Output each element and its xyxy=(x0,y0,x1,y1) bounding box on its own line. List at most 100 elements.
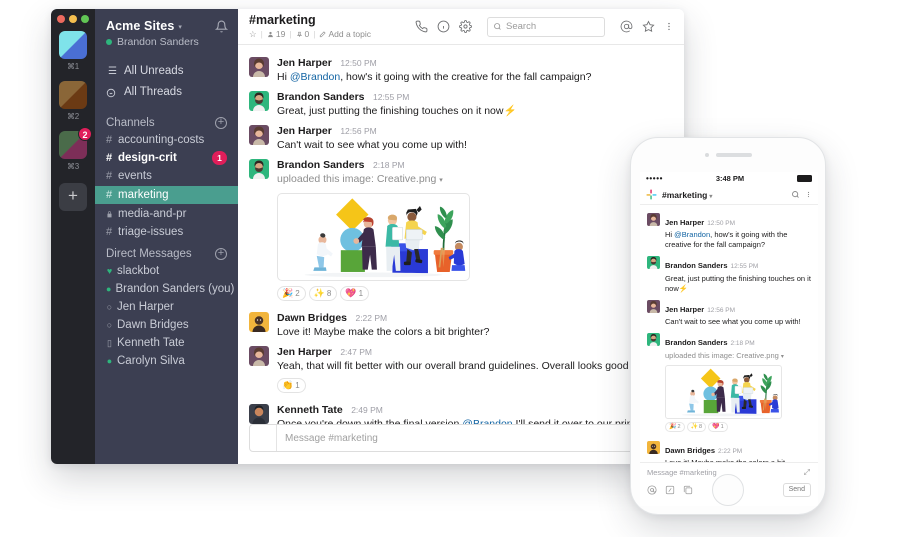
star-outline-icon[interactable] xyxy=(642,20,655,33)
avatar[interactable] xyxy=(249,57,269,77)
message-author[interactable]: Dawn Bridges xyxy=(277,312,347,324)
plus-icon[interactable]: plus-icon xyxy=(250,425,277,451)
sidebar-item-all-threads[interactable]: All Threads xyxy=(95,82,238,103)
more-vertical-icon[interactable] xyxy=(664,20,674,33)
more-vertical-icon[interactable] xyxy=(805,190,812,199)
at-icon[interactable] xyxy=(647,485,657,495)
message-author[interactable]: Brandon Sanders xyxy=(277,159,365,171)
search-icon[interactable] xyxy=(791,190,800,199)
pin-count[interactable]: 0 xyxy=(296,29,309,39)
member-count[interactable]: 19 xyxy=(267,29,285,39)
avatar[interactable] xyxy=(249,312,269,332)
pencil-icon[interactable] xyxy=(665,485,675,495)
reaction-chip[interactable]: 💖 1 xyxy=(708,421,728,432)
message-list[interactable]: Jen Harper 12:50 PM Hi @Brandon, how's i… xyxy=(238,45,684,424)
image-attachment[interactable] xyxy=(665,364,782,419)
photos-icon[interactable] xyxy=(683,485,693,495)
info-icon[interactable] xyxy=(437,20,450,33)
message-author[interactable]: Dawn Bridges xyxy=(665,446,715,455)
message-author[interactable]: Kenneth Tate xyxy=(277,404,343,416)
chevron-down-icon[interactable]: ▾ xyxy=(781,354,784,360)
user-mention[interactable]: @Brandon xyxy=(290,71,340,83)
sidebar-channel-accounting-costs[interactable]: # accounting-costs xyxy=(95,131,238,149)
star-icon[interactable]: ☆ xyxy=(249,29,257,39)
user-mention[interactable]: @Brandon xyxy=(462,418,512,424)
message-author[interactable]: Jen Harper xyxy=(277,57,332,69)
message-input[interactable]: Message #marketing xyxy=(277,433,669,444)
image-attachment[interactable] xyxy=(277,193,470,281)
message-author[interactable]: Jen Harper xyxy=(277,346,332,358)
avatar[interactable] xyxy=(249,159,269,179)
avatar[interactable] xyxy=(249,125,269,145)
at-icon[interactable] xyxy=(620,20,633,33)
mobile-message-list[interactable]: Jen Harper 12:50 PM Hi @Brandon, how's it… xyxy=(640,205,818,462)
sidebar-dm-dawn-bridges[interactable]: ○ Dawn Bridges xyxy=(95,316,238,334)
message-author[interactable]: Brandon Sanders xyxy=(665,261,728,270)
avatar[interactable] xyxy=(647,299,660,313)
presence-online-icon: ● xyxy=(106,284,112,294)
user-mention[interactable]: @Brandon xyxy=(674,230,710,239)
avatar[interactable] xyxy=(647,212,660,226)
bell-icon[interactable] xyxy=(215,20,228,33)
phone-icon[interactable] xyxy=(415,20,428,33)
channels-section-header[interactable]: Channels + xyxy=(95,110,238,131)
message-author[interactable]: Jen Harper xyxy=(665,305,704,314)
workspace-switcher-item[interactable] xyxy=(59,31,87,59)
reaction-chip[interactable]: ✨ 8 xyxy=(686,421,707,432)
sidebar-item-all-unreads[interactable]: ☰ All Unreads xyxy=(95,61,238,82)
expand-icon[interactable] xyxy=(803,468,811,476)
dms-section-header[interactable]: Direct Messages + xyxy=(95,241,238,262)
sidebar-channel-triage-issues[interactable]: # triage-issues xyxy=(95,223,238,241)
mobile-message-input[interactable]: Message #marketing xyxy=(647,468,717,477)
minimize-button[interactable] xyxy=(69,15,77,23)
workspace-switcher-item[interactable] xyxy=(59,81,87,109)
sidebar-dm-kenneth-tate[interactable]: ▯ Kenneth Tate xyxy=(95,334,238,352)
workspace-icon-2[interactable] xyxy=(59,81,87,109)
sidebar-dm-brandon-sanders[interactable]: ● Brandon Sanders (you) xyxy=(95,280,238,298)
current-user[interactable]: Brandon Sanders xyxy=(106,36,228,48)
gear-icon[interactable] xyxy=(459,20,472,33)
sidebar-channel-events[interactable]: # events xyxy=(95,167,238,185)
reaction-bar: 🎉 2 ✨ 8 💖 1 xyxy=(665,421,811,432)
team-switcher[interactable]: Acme Sites ▾ xyxy=(106,19,228,33)
mobile-channel-title[interactable]: #marketing ▾ xyxy=(662,190,786,200)
channel-sidebar: Acme Sites ▾ Brandon Sanders ☰ All Unread… xyxy=(95,9,238,464)
dms-section-label: Direct Messages xyxy=(106,248,192,260)
sidebar-dm-jen-harper[interactable]: ○ Jen Harper xyxy=(95,298,238,316)
workspace-icon-1[interactable] xyxy=(59,31,87,59)
avatar[interactable] xyxy=(647,256,660,269)
avatar[interactable] xyxy=(249,91,269,111)
message-author[interactable]: Brandon Sanders xyxy=(665,338,728,347)
reaction-chip[interactable]: 🎉 2 xyxy=(665,421,685,432)
avatar[interactable] xyxy=(647,333,660,346)
team-name-wrap[interactable]: Acme Sites ▾ xyxy=(106,19,182,33)
reaction-chip[interactable]: 💖 1 xyxy=(340,286,370,301)
message-composer[interactable]: plus-icon Message #marketing xyxy=(249,424,670,452)
avatar[interactable] xyxy=(249,346,269,366)
add-topic-button[interactable]: Add a topic xyxy=(319,29,371,39)
maximize-button[interactable] xyxy=(81,15,89,23)
message-author[interactable]: Jen Harper xyxy=(277,125,332,137)
sidebar-dm-slackbot[interactable]: ♥ slackbot xyxy=(95,262,238,280)
reaction-chip[interactable]: ✨ 8 xyxy=(308,286,338,301)
avatar[interactable] xyxy=(249,404,269,424)
add-dm-button[interactable]: + xyxy=(215,248,227,260)
add-workspace-button[interactable]: + xyxy=(59,183,87,211)
sidebar-channel-marketing[interactable]: # marketing xyxy=(95,186,238,204)
search-input[interactable]: Search xyxy=(487,16,605,37)
sidebar-channel-design-crit[interactable]: # design-crit 1 xyxy=(95,149,238,167)
sidebar-dm-carolyn-silva[interactable]: ● Carolyn Silva xyxy=(95,352,238,370)
message-author[interactable]: Brandon Sanders xyxy=(277,91,365,103)
add-channel-button[interactable]: + xyxy=(215,117,227,129)
workspace-switcher-item[interactable]: 2 xyxy=(59,127,92,159)
message-author[interactable]: Jen Harper xyxy=(665,218,704,227)
avatar[interactable] xyxy=(647,440,660,454)
chevron-down-icon[interactable]: ▾ xyxy=(439,177,443,184)
close-button[interactable] xyxy=(57,15,65,23)
send-button[interactable]: Send xyxy=(782,483,811,497)
reaction-chip[interactable]: 🎉 2 xyxy=(277,286,306,301)
reaction-chip[interactable]: 👏 1 xyxy=(277,378,306,393)
sidebar-channel-media-and-pr[interactable]: media-and-pr xyxy=(95,205,238,223)
sidebar-nav: ☰ All Unreads All Threads xyxy=(95,57,238,110)
home-button[interactable] xyxy=(712,474,744,506)
